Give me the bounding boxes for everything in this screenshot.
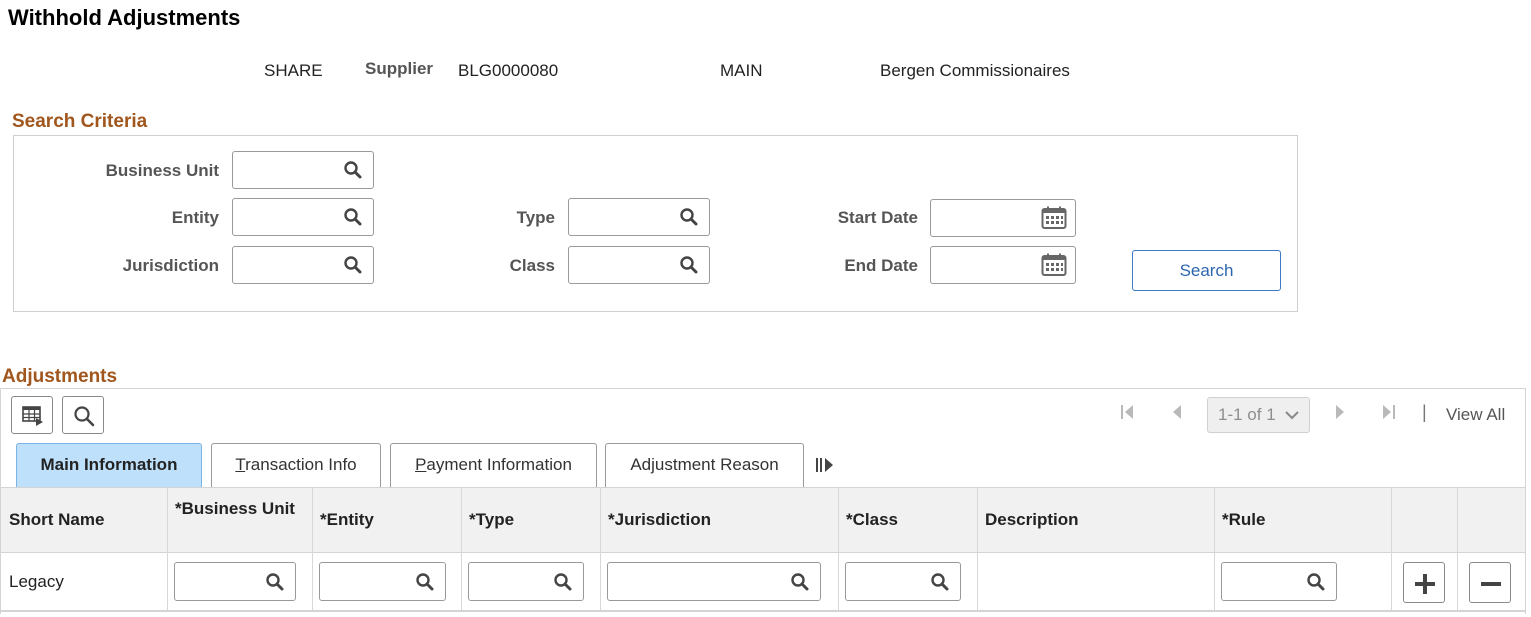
jurisdiction-field[interactable] xyxy=(232,246,374,284)
row-type-field[interactable] xyxy=(468,562,584,601)
chevron-down-icon xyxy=(1285,411,1299,420)
column-description: Description xyxy=(985,510,1079,529)
adjustments-title: Adjustments xyxy=(2,366,118,387)
column-business-unit: *Business Unit xyxy=(175,499,295,518)
search-icon[interactable] xyxy=(343,160,363,180)
pager-separator: | xyxy=(1422,402,1427,422)
search-icon[interactable] xyxy=(790,572,810,592)
find-in-grid-button[interactable] xyxy=(62,396,104,434)
page-range-select[interactable]: 1-1 of 1 xyxy=(1207,397,1310,433)
supplier-label: Supplier xyxy=(365,59,434,78)
search-button[interactable]: Search xyxy=(1132,250,1281,291)
search-criteria-title: Search Criteria xyxy=(12,111,148,132)
column-class: *Class xyxy=(846,510,898,529)
page-range-value: 1-1 of 1 xyxy=(1218,405,1276,424)
column-type: *Type xyxy=(469,510,515,529)
search-icon[interactable] xyxy=(343,255,363,275)
tab-adjustment-reason[interactable]: Adjustment Reason xyxy=(605,443,804,487)
add-row-button[interactable] xyxy=(1403,562,1445,603)
search-icon[interactable] xyxy=(930,572,950,592)
search-icon[interactable] xyxy=(265,572,285,592)
supplier-id-value: BLG0000080 xyxy=(458,61,559,80)
search-icon[interactable] xyxy=(553,572,573,592)
table-header xyxy=(1,487,1525,553)
start-date-field[interactable] xyxy=(930,199,1076,237)
column-rule: *Rule xyxy=(1222,510,1266,529)
short-name-cell: Legacy xyxy=(9,572,64,591)
jurisdiction-label: Jurisdiction xyxy=(122,256,219,275)
column-jurisdiction: *Jurisdiction xyxy=(608,510,711,529)
search-icon[interactable] xyxy=(679,207,699,227)
tab-transaction-info[interactable]: Transaction Info xyxy=(211,443,381,487)
column-short-name: Short Name xyxy=(9,510,105,529)
end-date-label: End Date xyxy=(844,256,918,275)
entity-label: Entity xyxy=(171,208,219,227)
calendar-icon[interactable] xyxy=(1041,253,1067,277)
entity-field[interactable] xyxy=(232,198,374,236)
page-title: Withhold Adjustments xyxy=(8,5,241,30)
setid-value: SHARE xyxy=(264,61,323,80)
end-date-field[interactable] xyxy=(930,246,1076,284)
search-icon[interactable] xyxy=(679,255,699,275)
start-date-label: Start Date xyxy=(837,208,918,227)
row-class-field[interactable] xyxy=(845,562,961,601)
personalize-grid-button[interactable] xyxy=(11,396,53,434)
tab-main-information[interactable]: Main Information xyxy=(16,443,202,487)
class-label: Class xyxy=(509,256,555,275)
search-icon[interactable] xyxy=(343,207,363,227)
show-all-columns-icon[interactable] xyxy=(815,456,835,479)
row-business-unit-field[interactable] xyxy=(174,562,296,601)
business-unit-field[interactable] xyxy=(232,151,374,189)
search-icon xyxy=(74,406,95,427)
last-page-icon[interactable] xyxy=(1380,402,1396,427)
previous-page-icon[interactable] xyxy=(1170,402,1184,427)
delete-row-button[interactable] xyxy=(1469,562,1511,603)
tab-payment-information[interactable]: Payment Information xyxy=(390,443,597,487)
row-entity-field[interactable] xyxy=(319,562,446,601)
business-unit-label: Business Unit xyxy=(105,161,219,180)
location-value: MAIN xyxy=(720,61,763,80)
column-entity: *Entity xyxy=(320,510,374,529)
minus-icon xyxy=(1481,582,1501,586)
class-field[interactable] xyxy=(568,246,710,284)
supplier-name-value: Bergen Commissionaires xyxy=(880,61,1070,80)
search-icon[interactable] xyxy=(1306,572,1326,592)
type-label: Type xyxy=(516,208,555,227)
type-field[interactable] xyxy=(568,198,710,236)
next-page-icon[interactable] xyxy=(1333,402,1347,427)
row-rule-field[interactable] xyxy=(1221,562,1337,601)
view-all-link[interactable]: View All xyxy=(1446,405,1505,425)
grid-settings-icon xyxy=(22,406,43,426)
search-icon[interactable] xyxy=(415,572,435,592)
calendar-icon[interactable] xyxy=(1041,206,1067,230)
plus-icon xyxy=(1415,574,1435,594)
first-page-icon[interactable] xyxy=(1120,402,1136,427)
row-jurisdiction-field[interactable] xyxy=(607,562,821,601)
